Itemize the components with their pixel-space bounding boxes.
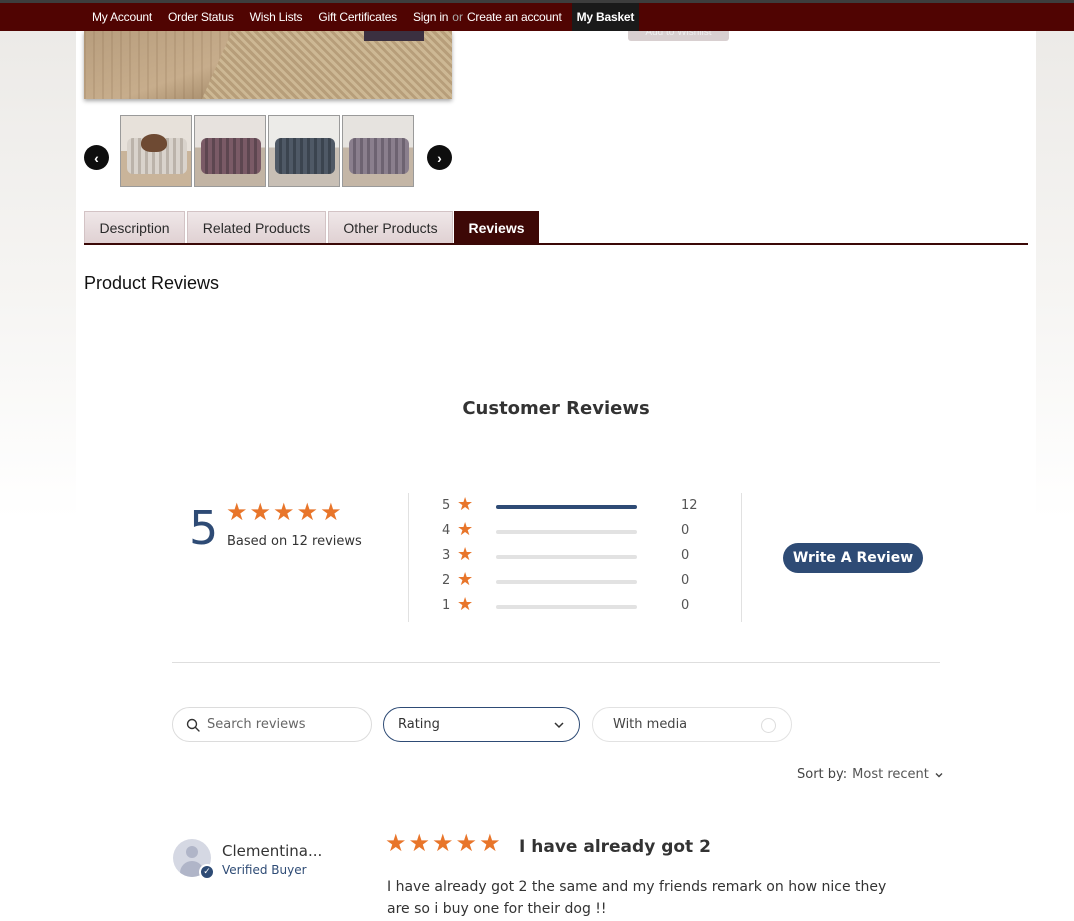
carousel-next-arrow-icon[interactable]: › (427, 145, 452, 170)
write-review-button[interactable]: Write A Review (783, 543, 923, 573)
star-icon: ★ (408, 829, 431, 857)
tab-other-products[interactable]: Other Products (328, 211, 453, 243)
carousel-prev-arrow-icon[interactable]: ‹ (84, 145, 109, 170)
star-icon: ★ (457, 519, 474, 540)
my-account-link[interactable]: My Account (84, 10, 160, 24)
product-thumbnail[interactable] (120, 115, 192, 187)
thumbnail-carousel: ‹ › (84, 115, 452, 187)
histogram-count: 0 (681, 548, 690, 563)
tab-description[interactable]: Description (84, 211, 185, 243)
histogram-row[interactable]: 5 ★ 12 (442, 496, 702, 516)
section-divider (172, 662, 940, 663)
histogram-row[interactable]: 4 ★ 0 (442, 521, 702, 541)
gift-certificates-link[interactable]: Gift Certificates (310, 10, 405, 24)
review-author: Clementina... (222, 842, 323, 860)
star-icon: ★ (457, 544, 474, 565)
histogram-row[interactable]: 3 ★ 0 (442, 546, 702, 566)
sort-dropdown[interactable]: Sort by: Most recent (797, 767, 944, 782)
star-icon: ★ (249, 498, 272, 526)
histogram-count: 12 (681, 498, 698, 513)
search-icon (186, 718, 200, 732)
product-reviews-heading: Product Reviews (84, 273, 220, 293)
star-icon: ★ (457, 594, 474, 615)
rating-filter-select[interactable]: Rating (383, 707, 580, 742)
histogram-bar (496, 530, 637, 534)
product-main-image (84, 31, 452, 99)
with-media-label: With media (613, 717, 688, 732)
histogram-star-number: 4 (442, 523, 451, 538)
histogram-star-number: 5 (442, 498, 451, 513)
header-bar: My Account Order Status Wish Lists Gift … (0, 3, 1074, 31)
review-title: I have already got 2 (519, 837, 711, 857)
review-stars: ★ ★ ★ ★ ★ (385, 831, 501, 855)
star-icon: ★ (455, 829, 478, 857)
histogram-count: 0 (681, 523, 690, 538)
product-thumbnail[interactable] (194, 115, 266, 187)
histogram-star-number: 3 (442, 548, 451, 563)
rating-filter-label: Rating (398, 717, 440, 732)
summary-divider (408, 493, 409, 622)
my-basket-link[interactable]: My Basket (571, 3, 640, 31)
tab-related-products[interactable]: Related Products (187, 211, 326, 243)
histogram-bar (496, 605, 637, 609)
histogram-star-number: 2 (442, 573, 451, 588)
histogram-row[interactable]: 2 ★ 0 (442, 571, 702, 591)
summary-divider (741, 493, 742, 622)
sign-in-group: Sign in or Create an account (405, 10, 570, 24)
main-content: Add to Wishlist ‹ › Description Related … (76, 31, 1036, 921)
verified-check-icon: ✓ (199, 864, 215, 880)
product-thumbnail[interactable] (342, 115, 414, 187)
star-icon: ★ (457, 494, 474, 515)
histogram-star-number: 1 (442, 598, 451, 613)
chevron-down-icon (935, 772, 943, 777)
customer-reviews-title: Customer Reviews (462, 398, 650, 419)
with-media-radio-icon[interactable] (761, 718, 776, 733)
product-image-rug (202, 31, 452, 99)
star-icon: ★ (320, 498, 342, 526)
wish-lists-link[interactable]: Wish Lists (242, 10, 311, 24)
based-on-count: Based on 12 reviews (227, 534, 362, 549)
product-tabs: Description Related Products Other Produ… (84, 211, 1028, 245)
or-text: or (452, 10, 463, 24)
sign-in-link[interactable]: Sign in (413, 10, 448, 24)
histogram-bar (496, 505, 637, 509)
histogram-count: 0 (681, 573, 690, 588)
product-thumbnail[interactable] (268, 115, 340, 187)
create-account-link[interactable]: Create an account (467, 10, 562, 24)
star-icon: ★ (273, 498, 295, 526)
account-nav: My Account Order Status Wish Lists Gift … (84, 3, 640, 31)
product-image-bed (364, 31, 424, 41)
chevron-down-icon (554, 722, 564, 729)
star-icon: ★ (296, 498, 319, 526)
search-reviews-box[interactable] (172, 707, 372, 742)
review-body: I have already got 2 the same and my fri… (387, 879, 887, 917)
histogram-bar (496, 555, 637, 559)
star-icon: ★ (385, 829, 407, 857)
add-to-wishlist-button[interactable]: Add to Wishlist (628, 31, 729, 41)
with-media-toggle[interactable]: With media (592, 707, 792, 742)
sort-value: Most recent (852, 767, 929, 782)
star-icon: ★ (432, 829, 454, 857)
histogram-count: 0 (681, 598, 690, 613)
star-icon: ★ (479, 829, 501, 857)
order-status-link[interactable]: Order Status (160, 10, 242, 24)
star-icon: ★ (457, 569, 474, 590)
star-icon: ★ (226, 498, 248, 526)
tab-reviews[interactable]: Reviews (454, 211, 539, 243)
histogram-bar (496, 580, 637, 584)
search-reviews-input[interactable] (207, 717, 357, 732)
histogram-row[interactable]: 1 ★ 0 (442, 596, 702, 616)
verified-buyer-label: Verified Buyer (222, 863, 307, 877)
average-stars: ★ ★ ★ ★ ★ (226, 500, 342, 524)
average-rating: 5 (189, 501, 219, 555)
sort-label: Sort by: (797, 767, 848, 782)
histogram-bar-fill (496, 505, 637, 509)
